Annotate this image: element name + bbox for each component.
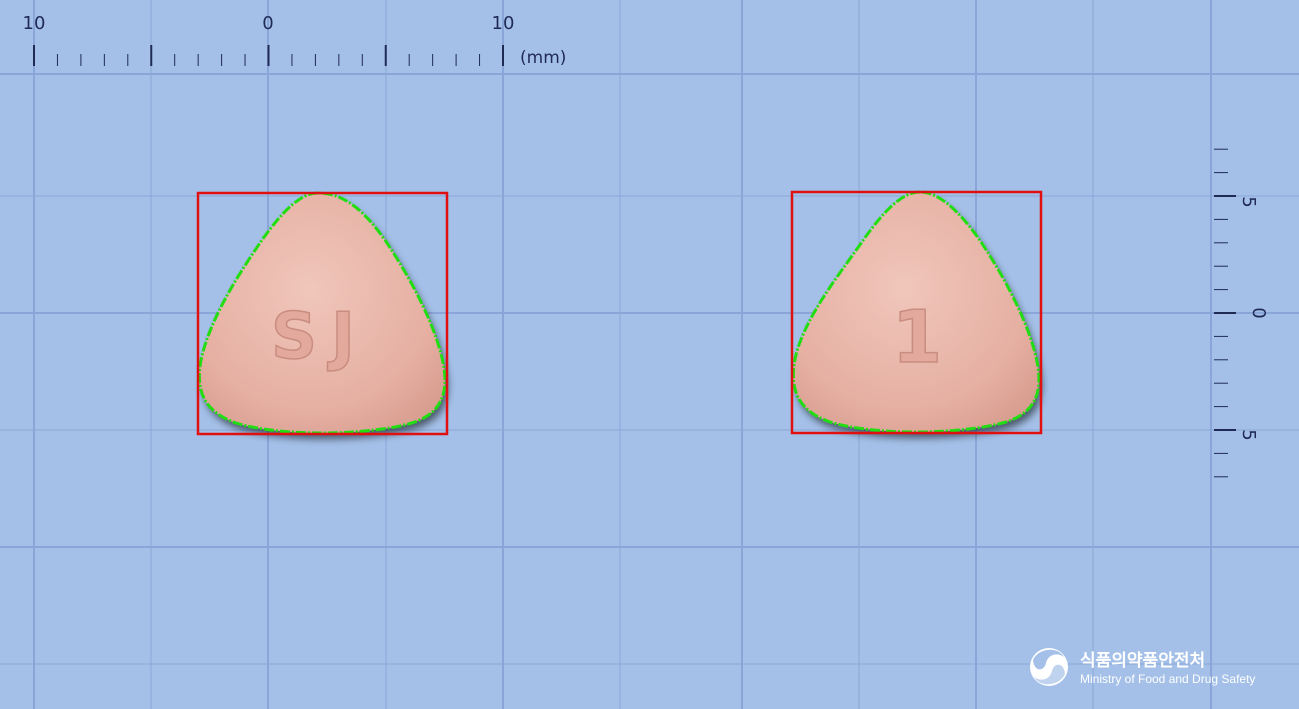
right-ruler-label-bottom: 5 xyxy=(1238,429,1259,440)
right-ruler-label-top: 5 xyxy=(1238,196,1259,207)
pill-identification-image: 10 0 10 (mm) 5 0 5 SJ 1 식품의약품안전처 Ministr… xyxy=(0,0,1299,709)
mfds-logo: 식품의약품안전처 Ministry of Food and Drug Safet… xyxy=(1030,648,1255,686)
pill-back-imprint: 1 xyxy=(892,295,942,379)
top-ruler-label-center: 0 xyxy=(262,13,273,34)
pill-front: SJ xyxy=(196,191,449,436)
pill-front-imprint: SJ xyxy=(271,300,369,374)
top-ruler-label-left: 10 xyxy=(23,13,46,34)
background-grid xyxy=(0,0,1299,709)
mfds-name-korean: 식품의약품안전처 xyxy=(1080,650,1205,671)
top-ruler-label-right: 10 xyxy=(492,13,515,34)
mfds-emblem-icon xyxy=(1030,648,1068,686)
mfds-name-english: Ministry of Food and Drug Safety xyxy=(1080,672,1255,686)
pill-back: 1 xyxy=(790,190,1043,435)
ruler-unit-label: (mm) xyxy=(520,48,566,68)
top-ruler: 10 0 10 (mm) xyxy=(23,13,567,68)
right-ruler-label-center: 0 xyxy=(1248,307,1269,318)
right-ruler-ticks xyxy=(1214,148,1236,478)
top-ruler-ticks xyxy=(33,45,504,66)
